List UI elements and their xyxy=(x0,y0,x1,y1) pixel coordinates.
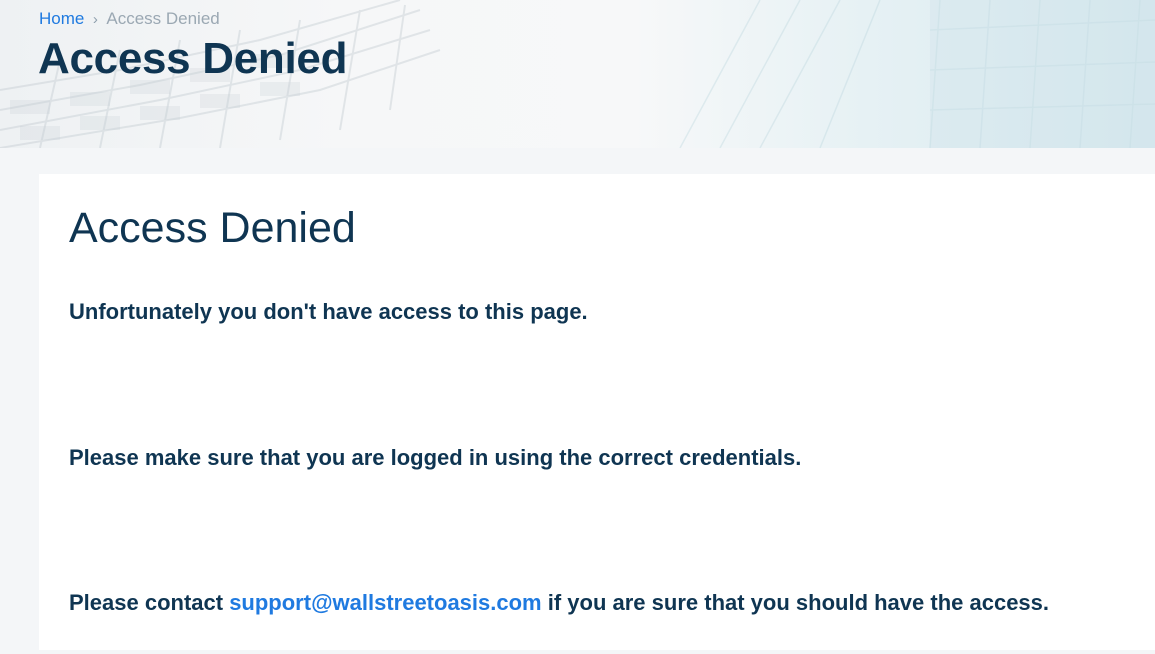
chevron-right-icon: › xyxy=(92,10,98,28)
breadcrumb-current: Access Denied xyxy=(106,9,220,28)
breadcrumb-home-link[interactable]: Home xyxy=(39,9,84,29)
content-card: Access Denied Unfortunately you don't ha… xyxy=(39,174,1155,650)
credentials-message: Please make sure that you are logged in … xyxy=(69,445,802,470)
page-title: Access Denied xyxy=(38,34,348,83)
support-email-link[interactable]: support@wallstreetoasis.com xyxy=(229,590,541,615)
contact-message: Please contact support@wallstreetoasis.c… xyxy=(69,590,1049,616)
page-header-banner: Home › Access Denied Access Denied xyxy=(0,0,1155,148)
contact-message-prefix: Please contact xyxy=(69,590,230,615)
contact-message-suffix: if you are sure that you should have the… xyxy=(541,590,1050,615)
no-access-message: Unfortunately you don't have access to t… xyxy=(69,299,588,324)
breadcrumb: Home › Access Denied xyxy=(39,9,220,29)
content-title: Access Denied xyxy=(69,204,356,252)
